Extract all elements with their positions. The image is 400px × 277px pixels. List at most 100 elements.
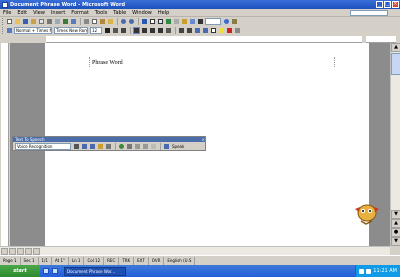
menu-view[interactable]: View — [30, 10, 48, 16]
line-spacing-icon[interactable] — [165, 27, 172, 34]
tables-borders-icon[interactable] — [149, 18, 156, 25]
scroll-thumb[interactable] — [391, 53, 400, 75]
email-icon[interactable] — [38, 18, 45, 25]
read-icon[interactable] — [231, 18, 238, 25]
office-assistant-icon[interactable] — [352, 200, 382, 225]
document-text[interactable]: Phrase Word — [92, 60, 123, 66]
align-center-icon[interactable] — [141, 27, 148, 34]
cut-icon[interactable] — [83, 18, 90, 25]
status-ext[interactable]: EXT — [134, 256, 149, 265]
menu-tools[interactable]: Tools — [92, 10, 110, 16]
style-select[interactable]: Normal + Times New Roman — [14, 27, 52, 34]
font-size-select[interactable]: 12 — [90, 27, 102, 34]
web-layout-view-icon[interactable] — [9, 247, 16, 255]
menu-table[interactable]: Table — [110, 10, 129, 16]
stop-icon[interactable] — [126, 143, 133, 150]
status-trk[interactable]: TRK — [119, 256, 135, 265]
open-folder-icon[interactable] — [14, 18, 21, 25]
microphone-icon[interactable] — [73, 143, 80, 150]
print-icon[interactable] — [46, 18, 53, 25]
speaker-icon[interactable] — [163, 143, 170, 150]
minimize-button[interactable]: _ — [376, 1, 383, 8]
maximize-button[interactable]: □ — [384, 1, 391, 8]
print-layout-view-icon[interactable] — [17, 247, 24, 255]
font-color-icon[interactable] — [226, 27, 233, 34]
volume-icon[interactable] — [366, 268, 372, 274]
copy-icon[interactable] — [91, 18, 98, 25]
toolbar-grip[interactable] — [2, 18, 4, 25]
permission-icon[interactable] — [30, 18, 37, 25]
spelling-icon[interactable] — [62, 18, 69, 25]
menu-window[interactable]: Window — [129, 10, 155, 16]
floating-toolbar-titlebar[interactable]: Text To Speech × — [13, 137, 205, 142]
styles-pane-icon[interactable] — [6, 27, 13, 34]
quicklaunch-ie-icon[interactable] — [43, 268, 49, 274]
print-preview-icon[interactable] — [54, 18, 61, 25]
redo-icon[interactable] — [128, 18, 135, 25]
status-rec[interactable]: REC — [104, 256, 120, 265]
language-bar-icon[interactable] — [359, 268, 365, 274]
insert-table-icon[interactable] — [157, 18, 164, 25]
dictation-icon[interactable] — [81, 143, 88, 150]
align-left-icon[interactable] — [133, 27, 140, 34]
outside-border-icon[interactable] — [210, 27, 217, 34]
align-right-icon[interactable] — [149, 27, 156, 34]
toolbar-grip[interactable] — [2, 27, 4, 34]
new-document-icon[interactable] — [6, 18, 13, 25]
voice-command-icon[interactable] — [89, 143, 96, 150]
close-button[interactable]: × — [392, 1, 399, 8]
format-painter-icon[interactable] — [107, 18, 114, 25]
scroll-down-arrow[interactable]: ▼ — [391, 210, 400, 219]
quicklaunch-desktop-icon[interactable] — [52, 268, 58, 274]
underline-icon[interactable] — [120, 27, 127, 34]
normal-view-icon[interactable] — [1, 247, 8, 255]
scroll-up-arrow[interactable]: ▲ — [391, 43, 400, 52]
menu-edit[interactable]: Edit — [14, 10, 30, 16]
decrease-indent-icon[interactable] — [194, 27, 201, 34]
horizontal-scrollbar[interactable] — [0, 246, 390, 255]
previous-page-icon[interactable]: ▲ — [391, 219, 400, 228]
menu-format[interactable]: Format — [68, 10, 92, 16]
next-page-icon[interactable]: ▼ — [391, 237, 400, 246]
justify-icon[interactable] — [157, 27, 164, 34]
floating-toolbar-close[interactable]: × — [202, 137, 205, 142]
tools-icon[interactable] — [105, 143, 112, 150]
increase-indent-icon[interactable] — [202, 27, 209, 34]
highlight-icon[interactable] — [218, 27, 225, 34]
font-select[interactable]: Times New Roman — [54, 27, 88, 34]
save-disk-icon[interactable] — [22, 18, 29, 25]
recognition-dropdown[interactable]: Voice Recognition — [15, 143, 71, 150]
refresh-icon[interactable] — [118, 143, 125, 150]
vertical-scrollbar[interactable]: ▲ ▼ ▲ ● ▼ — [390, 43, 400, 246]
undo-icon[interactable] — [120, 18, 127, 25]
status-ovr[interactable]: OVR — [149, 256, 165, 265]
menu-insert[interactable]: Insert — [48, 10, 68, 16]
research-icon[interactable] — [70, 18, 77, 25]
vertical-ruler[interactable] — [1, 43, 9, 246]
correction-icon[interactable] — [97, 143, 104, 150]
options-icon[interactable] — [134, 143, 141, 150]
select-browse-object-icon[interactable]: ● — [391, 228, 400, 237]
document-map-icon[interactable] — [189, 18, 196, 25]
speak-button[interactable]: Speak — [172, 144, 184, 149]
bold-icon[interactable] — [104, 27, 111, 34]
handwriting-icon[interactable] — [142, 143, 149, 150]
show-hide-icon[interactable] — [197, 18, 204, 25]
taskbar-item-word[interactable]: Document Phrase Wor... — [64, 266, 126, 276]
toolbar-options-icon[interactable] — [234, 27, 241, 34]
reading-layout-view-icon[interactable] — [33, 247, 40, 255]
hyperlink-icon[interactable] — [141, 18, 148, 25]
help-icon[interactable] — [223, 18, 230, 25]
writing-pad-icon[interactable] — [150, 143, 157, 150]
help-question-input[interactable] — [350, 9, 388, 16]
insert-excel-icon[interactable] — [165, 18, 172, 25]
bullets-icon[interactable] — [186, 27, 193, 34]
numbering-icon[interactable] — [178, 27, 185, 34]
menu-help[interactable]: Help — [155, 10, 172, 16]
menu-file[interactable]: File — [0, 10, 14, 16]
outline-view-icon[interactable] — [25, 247, 32, 255]
paste-icon[interactable] — [99, 18, 106, 25]
word-app-icon[interactable] — [2, 1, 8, 8]
start-button[interactable]: start — [0, 265, 40, 277]
horizontal-ruler[interactable] — [10, 36, 396, 43]
